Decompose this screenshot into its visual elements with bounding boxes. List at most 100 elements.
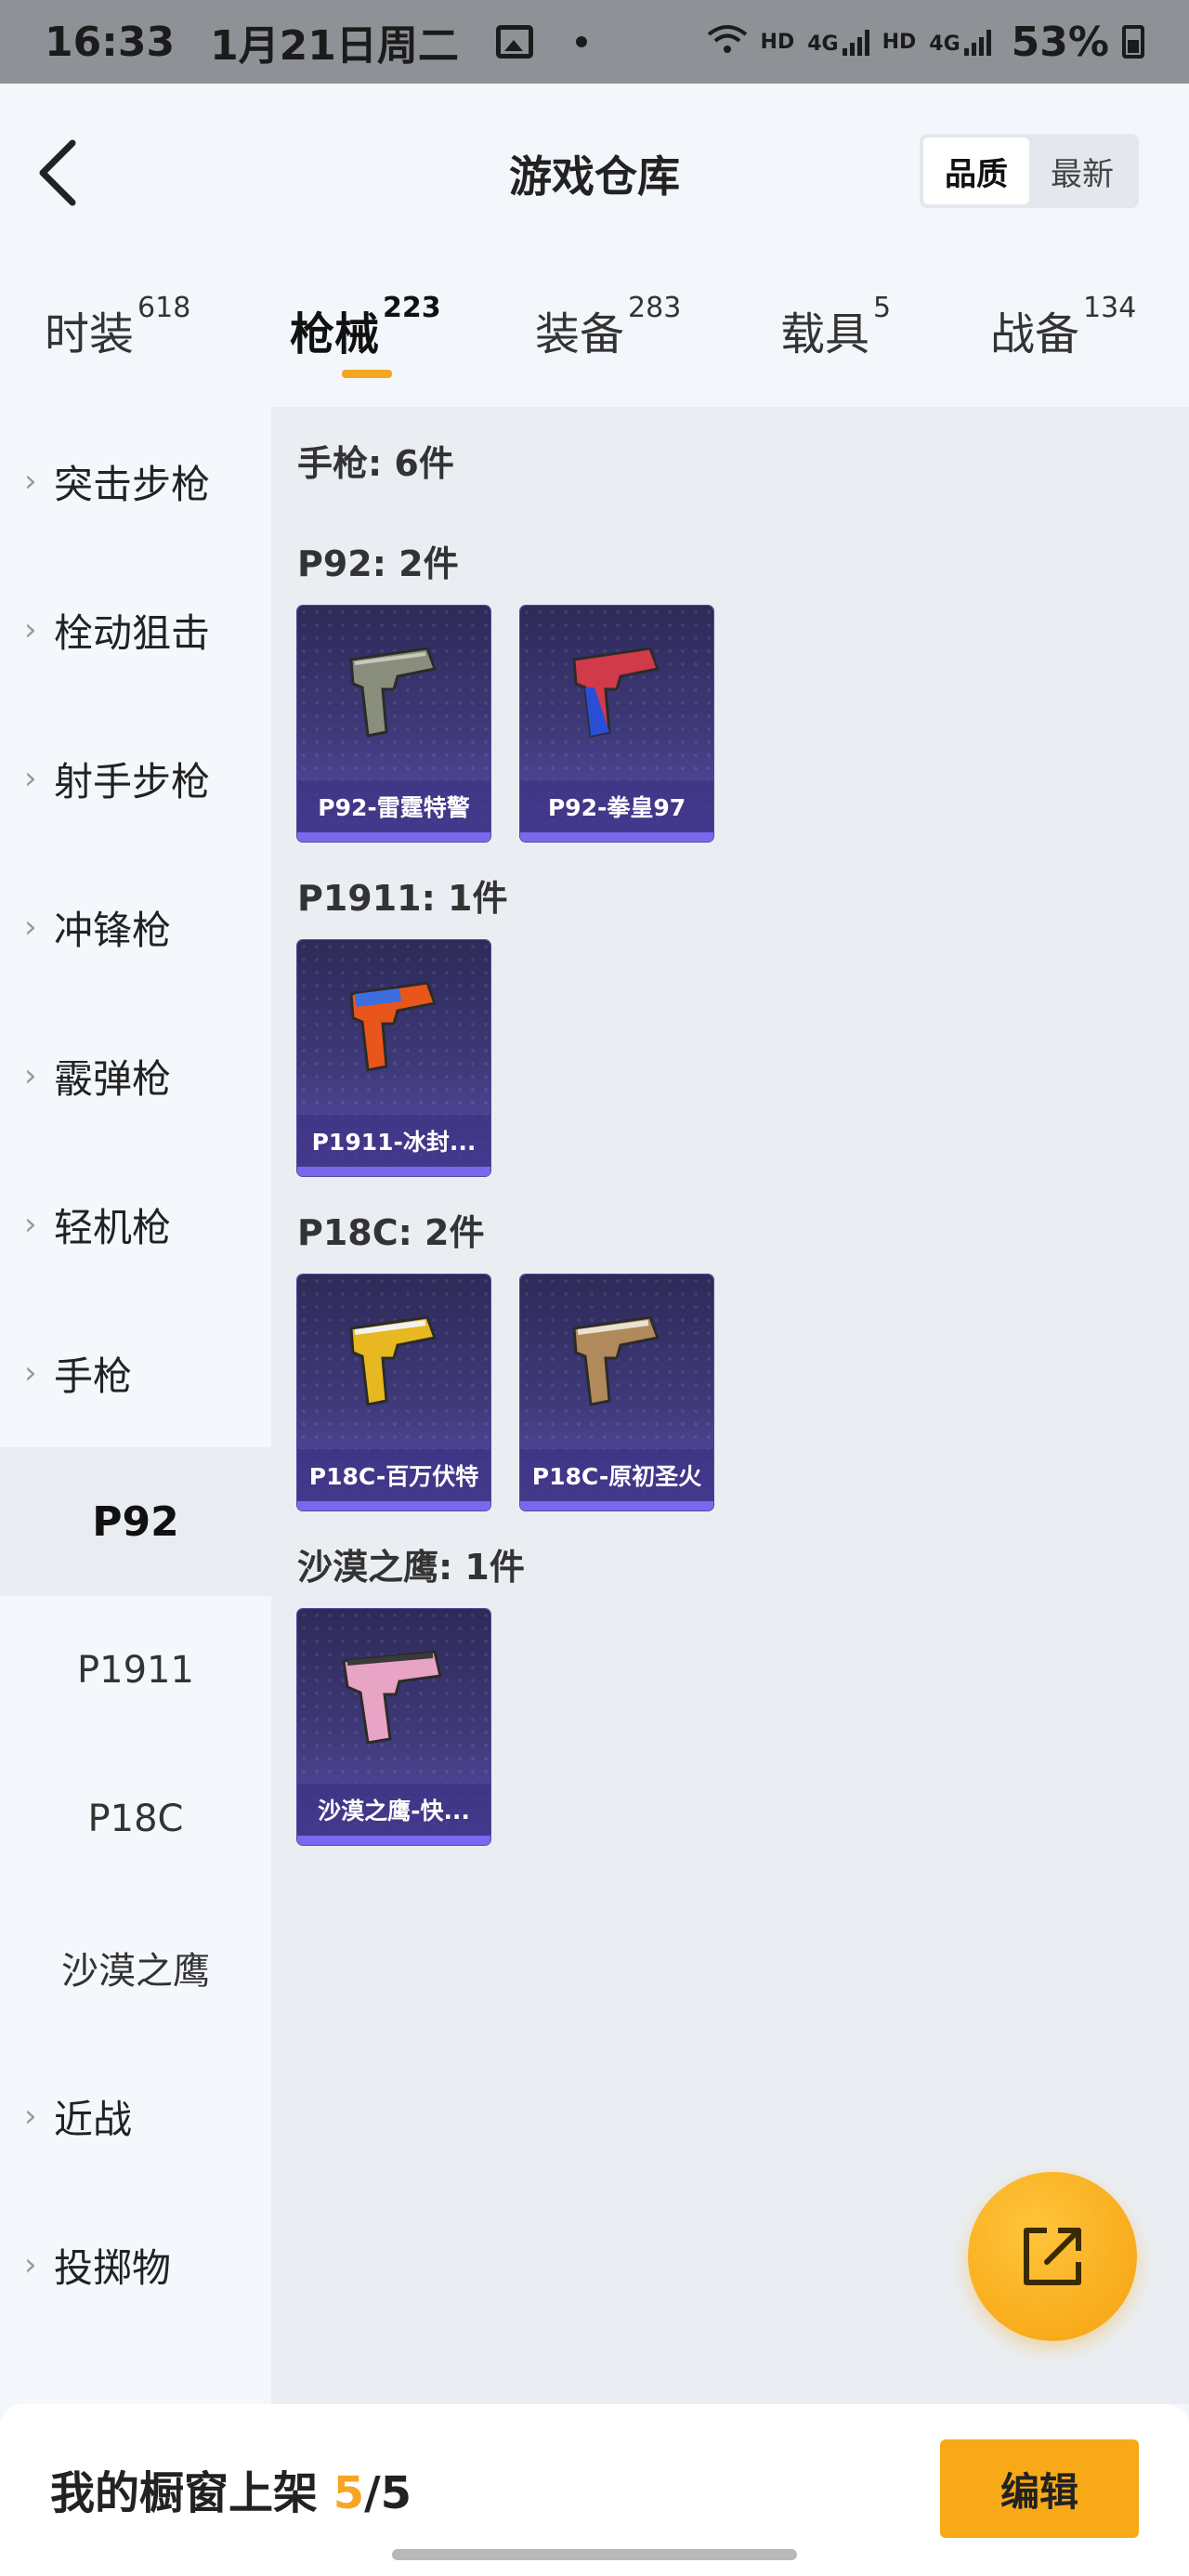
tab-count: 618 [137,292,191,324]
notification-dot-icon [575,36,587,47]
item-card[interactable]: P92-雷霆特警 [297,606,490,842]
sort-toggle: 品质 最新 [920,134,1139,208]
gallery-notification-icon [495,25,533,59]
group-title: P92: 2件 [297,543,459,584]
showcase-total: /5 [364,2467,412,2519]
tab-count: 134 [1083,292,1137,324]
pistol-total: 手枪: 6件 [297,443,454,484]
pistol-icon [572,647,660,738]
tab-count: 223 [383,292,441,324]
showcase-count: 我的橱窗上架 5/5 [50,2456,412,2521]
showcase-label: 我的橱窗上架 [50,2467,319,2519]
sidebar-item-label: 栓动狙击 [54,609,211,656]
sidebar-item-assault-rifle[interactable]: › 突击步枪 [0,407,271,556]
sidebar-item-label: 冲锋枪 [54,907,172,953]
category-sidebar: › 突击步枪 › 栓动狙击 › 射手步枪 › 冲锋枪 › 霰弹枪 › 轻机枪 ›… [0,407,271,2404]
showcase-current: 5 [333,2467,365,2519]
sidebar-item-pistol[interactable]: › 手枪 [0,1299,271,1447]
sidebar-item-marksman-rifle[interactable]: › 射手步枪 [0,704,271,853]
item-name: P18C-百万伏特 [297,1449,490,1501]
chevron-right-icon: › [24,2246,37,2283]
tab-count: 283 [628,292,682,324]
pistol-icon [349,1315,438,1406]
sidebar-item-melee[interactable]: › 近战 [0,2042,271,2190]
bottom-bar: 我的橱窗上架 5/5 编辑 [0,2404,1189,2576]
item-name: P92-雷霆特警 [297,780,490,832]
tab-label: 枪械 [290,308,380,360]
sidebar-sub-desert-eagle[interactable]: 沙漠之鹰 [0,1893,271,2042]
status-indicators: HD 4G HD 4G 53% [707,19,1144,66]
sidebar-sub-p18c[interactable]: P18C [0,1745,271,1893]
sidebar-sub-p1911[interactable]: P1911 [0,1596,271,1745]
network-gen-1: 4G [807,33,839,56]
battery-percent: 53% [1011,18,1109,66]
item-name: 沙漠之鹰-快... [297,1784,490,1836]
sidebar-item-label: 手枪 [54,1353,133,1399]
tab-label: 时装 [45,308,135,360]
status-time: 16:33 [45,18,176,66]
pistol-icon [349,981,438,1072]
item-card[interactable]: P92-拳皇97 [520,606,713,842]
active-tab-indicator [342,370,392,378]
chevron-right-icon: › [24,760,37,797]
item-card[interactable]: P1911-冰封... [297,940,490,1176]
sort-latest-button[interactable]: 最新 [1029,137,1135,204]
item-name: P92-拳皇97 [520,780,713,832]
chevron-right-icon: › [24,1057,37,1094]
edit-button[interactable]: 编辑 [940,2439,1139,2538]
status-bar: 16:33 1月21日周二 HD 4G HD 4G 53% [0,0,1189,84]
group-title: P1911: 1件 [297,878,508,919]
sidebar-item-shotgun[interactable]: › 霰弹枪 [0,1001,271,1150]
sidebar-item-label: 霰弹枪 [54,1055,172,1102]
battery-icon [1122,25,1144,59]
status-date: 1月21日周二 [210,22,459,70]
tab-vehicles[interactable]: 载具5 [780,292,891,362]
sidebar-item-lmg[interactable]: › 轻机枪 [0,1150,271,1299]
tab-count: 5 [873,292,892,324]
network-hd-2: HD [882,30,917,54]
chevron-right-icon: › [24,611,37,648]
network-hd-1: HD [760,30,795,54]
chevron-down-icon: › [24,1354,37,1392]
group-title: P18C: 2件 [297,1212,485,1253]
sidebar-item-bolt-sniper[interactable]: › 栓动狙击 [0,556,271,704]
sidebar-item-throwable[interactable]: › 投掷物 [0,2190,271,2339]
chevron-right-icon: › [24,2098,37,2135]
signal-icon-1: 4G [807,28,869,56]
tab-fashion[interactable]: 时装618 [45,292,190,362]
chevron-right-icon: › [24,909,37,946]
chevron-right-icon: › [24,463,37,500]
item-card[interactable]: P18C-百万伏特 [297,1275,490,1510]
group-title: 沙漠之鹰: 1件 [297,1547,525,1588]
external-link-icon [1024,2228,1081,2285]
sidebar-item-label: 射手步枪 [54,758,211,804]
tab-firearms[interactable]: 枪械223 [290,292,441,362]
sidebar-sub-p92[interactable]: P92 [0,1447,271,1596]
tab-label: 载具 [780,308,870,360]
sidebar-item-label: 近战 [54,2096,133,2142]
sidebar-item-label: 突击步枪 [54,461,211,507]
share-fab-button[interactable] [968,2172,1137,2341]
pistol-icon [349,647,438,738]
item-name: P18C-原初圣火 [520,1449,713,1501]
signal-icon-2: 4G [929,28,991,56]
item-card[interactable]: P18C-原初圣火 [520,1275,713,1510]
category-tabs: 时装618 枪械223 装备283 载具5 战备134 [0,279,1189,399]
sidebar-item-label: 投掷物 [54,2244,172,2291]
chevron-right-icon: › [24,1206,37,1243]
sidebar-item-label: 轻机枪 [54,1204,172,1250]
sort-quality-button[interactable]: 品质 [923,137,1029,204]
pistol-icon [342,1650,442,1745]
tab-equipment[interactable]: 装备283 [535,292,681,362]
sidebar-item-smg[interactable]: › 冲锋枪 [0,853,271,1001]
tab-tactical[interactable]: 战备134 [990,292,1136,362]
home-indicator[interactable] [392,2549,797,2560]
header: 游戏仓库 品质 最新 [0,84,1189,260]
tab-label: 装备 [535,308,625,360]
item-card[interactable]: 沙漠之鹰-快... [297,1609,490,1845]
item-name: P1911-冰封... [297,1115,490,1167]
tab-label: 战备 [990,308,1080,360]
network-gen-2: 4G [929,33,960,56]
pistol-icon [572,1315,660,1406]
item-grid: 手枪: 6件 P92: 2件 P92-雷霆特警 P92-拳皇97 P1911: … [271,407,1189,2404]
